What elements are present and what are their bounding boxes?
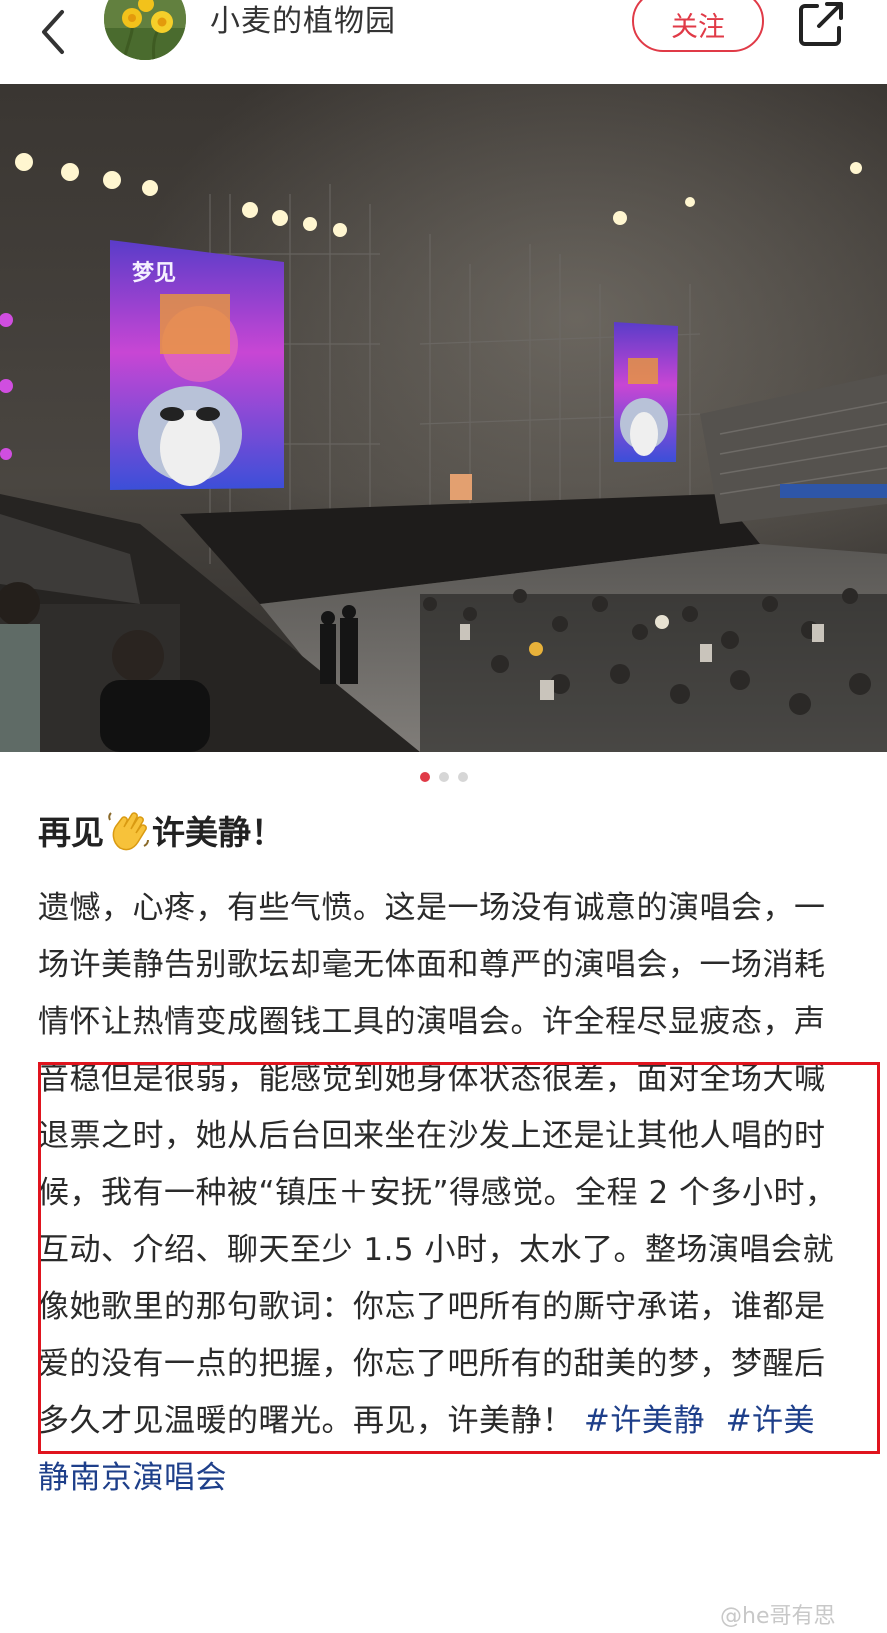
back-button[interactable] xyxy=(30,8,80,58)
pager-dot[interactable] xyxy=(438,772,449,782)
share-button[interactable] xyxy=(795,0,847,50)
pager-dot[interactable] xyxy=(457,772,468,782)
image-pager xyxy=(0,772,887,790)
author-avatar[interactable] xyxy=(104,0,186,60)
left-poster: 梦见 xyxy=(110,240,284,490)
waving-hand-icon xyxy=(108,812,149,851)
right-poster xyxy=(614,322,678,462)
post-title-prefix: 再见 xyxy=(38,813,104,852)
follow-button[interactable]: 关注 xyxy=(632,0,764,52)
author-name[interactable]: 小麦的植物园 xyxy=(210,2,396,42)
poster-title: 梦见 xyxy=(132,260,176,286)
post-title-suffix: 许美静！ xyxy=(152,813,284,852)
post-title: 再见 许美静！ xyxy=(38,808,284,858)
share-icon xyxy=(799,2,843,46)
chevron-left-icon xyxy=(42,10,64,54)
pager-dot-active[interactable] xyxy=(419,772,430,782)
top-bar: 小麦的植物园 关注 xyxy=(0,0,887,84)
highlight-annotation-box xyxy=(38,1062,880,1454)
watermark: @he哥有思 xyxy=(720,1604,836,1629)
post-photo[interactable]: 梦见 xyxy=(0,84,887,752)
